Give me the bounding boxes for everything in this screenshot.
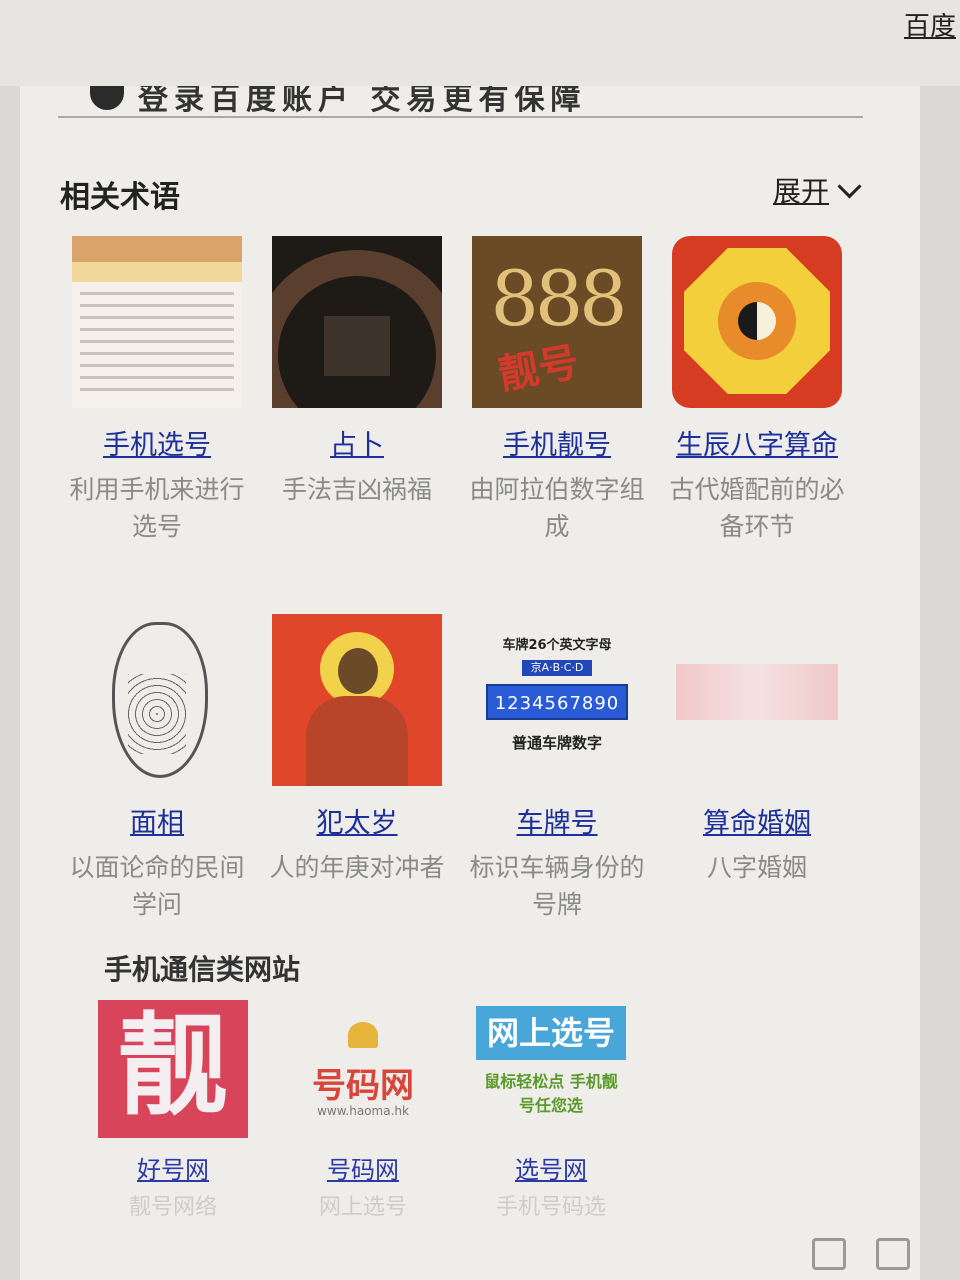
888-thumbnail[interactable]: 888 靓号 (472, 236, 642, 408)
plate-badge: 京A·B·C·D (522, 660, 592, 676)
term-name[interactable]: 面相 (62, 804, 252, 845)
marriage-thumbnail[interactable] (672, 614, 842, 786)
term-desc: 以面论命的民间学问 (69, 852, 245, 920)
system-tray (812, 1238, 910, 1270)
xuanhao-logo[interactable]: 网上选号 鼠标轻松点 手机靓号任您选 (476, 1000, 626, 1138)
chevron-down-icon (837, 173, 862, 199)
lucky-digits: 888 (490, 254, 627, 343)
term-desc: 手法吉凶祸福 (281, 474, 432, 504)
face-reading-thumbnail[interactable] (72, 614, 242, 786)
logo-text: 靓 (118, 1002, 228, 1130)
logo-sub-text: 鼠标轻松点 手机靓号任您选 (484, 1072, 618, 1115)
term-desc: 由阿拉伯数字组成 (469, 474, 645, 542)
site-card[interactable]: 靓 好号网 靓号网络 (88, 1000, 258, 1221)
number-table-thumbnail[interactable] (72, 236, 242, 408)
term-card[interactable]: 888 靓号 手机靓号 由阿拉伯数字组成 (462, 236, 652, 546)
section-title-related-terms: 相关术语 (60, 180, 180, 215)
site-desc: 手机号码选 (495, 1195, 606, 1220)
term-card[interactable]: 生辰八字算命 古代婚配前的必备环节 (662, 236, 852, 546)
site-desc: 靓号网络 (128, 1195, 217, 1220)
window-icon[interactable] (876, 1238, 910, 1270)
term-name[interactable]: 手机靓号 (462, 426, 652, 467)
promo-banner-text[interactable]: 登录百度账户 交易更有保障 (138, 86, 586, 118)
term-card[interactable]: 车牌26个英文字母 京A·B·C·D 1234567890 普通车牌数字 车牌号… (462, 614, 652, 924)
term-name[interactable]: 车牌号 (462, 804, 652, 845)
term-desc: 人的年庚对冲者 (269, 852, 445, 882)
term-desc: 标识车辆身份的号牌 (469, 852, 645, 920)
expand-label: 展开 (772, 175, 829, 208)
term-desc: 古代婚配前的必备环节 (669, 474, 845, 542)
term-card[interactable]: 面相 以面论命的民间学问 (62, 614, 252, 924)
yin-yang-icon (738, 302, 776, 340)
logo-text: 号码网 (312, 1066, 414, 1106)
bagua-thumbnail[interactable] (672, 236, 842, 408)
site-name[interactable]: 好号网 (88, 1150, 258, 1185)
plate-number: 1234567890 (486, 684, 628, 720)
baidu-link[interactable]: 百度 (904, 6, 956, 43)
taisui-thumbnail[interactable] (272, 614, 442, 786)
site-name[interactable]: 选号网 (466, 1150, 636, 1185)
browser-top-bar: 百度 (0, 0, 960, 86)
term-card[interactable]: 算命婚姻 八字婚姻 (662, 614, 852, 886)
volume-icon[interactable] (812, 1238, 846, 1270)
shield-icon (90, 86, 124, 110)
term-card[interactable]: 占卜 手法吉凶祸福 (262, 236, 452, 508)
haoma-logo[interactable]: 号码网 www.haoma.hk (288, 1000, 438, 1138)
site-card[interactable]: 网上选号 鼠标轻松点 手机靓号任您选 选号网 手机号码选 (466, 1000, 636, 1221)
site-card[interactable]: 号码网 www.haoma.hk 号码网 网上选号 (278, 1000, 448, 1221)
term-name[interactable]: 手机选号 (62, 426, 252, 467)
license-plate-thumbnail[interactable]: 车牌26个英文字母 京A·B·C·D 1234567890 普通车牌数字 (472, 614, 642, 786)
divider (58, 116, 863, 118)
term-card[interactable]: 犯太岁 人的年庚对冲者 (262, 614, 452, 886)
expand-button[interactable]: 展开 (772, 170, 862, 210)
site-desc: 网上选号 (318, 1195, 407, 1220)
term-desc: 利用手机来进行选号 (69, 474, 245, 542)
haohao-logo[interactable]: 靓 (98, 1000, 248, 1138)
term-name[interactable]: 犯太岁 (262, 804, 452, 845)
term-name[interactable]: 算命婚姻 (662, 804, 852, 845)
term-name[interactable]: 占卜 (262, 426, 452, 467)
logo-sub-text: www.haoma.hk (317, 1104, 409, 1118)
divination-thumbnail[interactable] (272, 236, 442, 408)
plate-bottom-text: 普通车牌数字 (511, 734, 602, 752)
bird-icon (348, 1022, 378, 1048)
section-title-sites: 手机通信类网站 (104, 953, 301, 986)
lucky-script: 靓号 (495, 339, 583, 399)
logo-text: 网上选号 (476, 1006, 626, 1060)
page-content: 登录百度账户 交易更有保障 相关术语 展开 手机选号 利用手机来进行选号 占卜 … (20, 86, 920, 1280)
term-name[interactable]: 生辰八字算命 (662, 426, 852, 467)
site-name[interactable]: 号码网 (278, 1150, 448, 1185)
term-card[interactable]: 手机选号 利用手机来进行选号 (62, 236, 252, 546)
plate-top-text: 车牌26个英文字母 (502, 638, 612, 653)
term-desc: 八字婚姻 (706, 852, 807, 882)
